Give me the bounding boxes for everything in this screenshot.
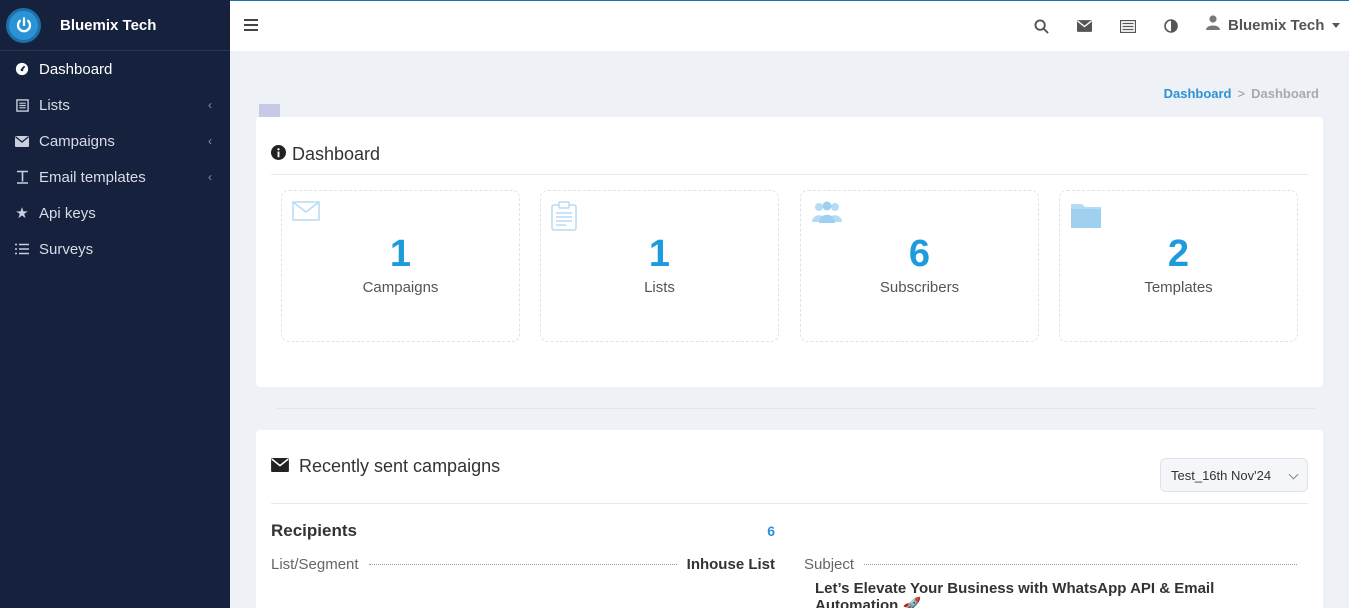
newspaper-icon[interactable] [1119, 17, 1137, 35]
breadcrumb-current: Dashboard [1251, 86, 1319, 101]
contrast-icon[interactable] [1162, 17, 1180, 35]
divider [271, 174, 1308, 175]
chevron-left-icon: ‹ [208, 98, 212, 112]
stat-label: Lists [644, 279, 675, 296]
card-title: Recently sent campaigns [271, 456, 500, 477]
sidebar-item-campaigns[interactable]: Campaigns ‹ [0, 123, 230, 159]
star-icon: ★ [15, 205, 29, 222]
sidebar-item-label: Surveys [39, 240, 94, 258]
stat-value: 2 [1167, 233, 1190, 275]
dotted-leader [864, 564, 1297, 565]
envelope-icon [292, 201, 320, 226]
topbar: Bluemix Tech [230, 0, 1349, 51]
folder-icon [1070, 201, 1102, 234]
user-name: Bluemix Tech [1228, 16, 1325, 34]
caret-down-icon [1332, 22, 1341, 28]
list-lines-icon [14, 241, 30, 257]
stat-value: 1 [389, 233, 412, 275]
divider [271, 503, 1308, 504]
stat-campaigns[interactable]: 1 Campaigns [281, 190, 520, 342]
envelope-icon [271, 456, 289, 477]
users-icon [811, 201, 843, 228]
stat-templates[interactable]: 2 Templates [1059, 190, 1298, 342]
sidebar-item-dashboard[interactable]: Dashboard [0, 51, 230, 87]
sidebar-nav: Dashboard Lists ‹ Campaigns ‹ Email temp… [0, 51, 230, 267]
brand[interactable]: Bluemix Tech [0, 0, 230, 51]
dashboard-card: Dashboard 1 Campaigns 1 Lists 6 Subscrib… [256, 117, 1323, 387]
list-segment-value: Inhouse List [686, 556, 775, 573]
clipboard-icon [551, 201, 577, 236]
sidebar-item-surveys[interactable]: Surveys [0, 231, 230, 267]
breadcrumb: Dashboard > Dashboard [1164, 86, 1319, 101]
recipients-label: Recipients [271, 521, 357, 540]
hamburger-menu-icon[interactable] [244, 19, 258, 34]
breadcrumb-separator: > [1237, 86, 1246, 101]
list-segment-label: List/Segment [271, 556, 359, 573]
recent-campaigns-card: Recently sent campaigns Test_16th Nov'24… [256, 430, 1323, 608]
sidebar-item-label: Lists [39, 96, 70, 114]
sidebar-item-label: Email templates [39, 168, 146, 186]
sidebar-item-label: Dashboard [39, 60, 113, 78]
subject-value: Let’s Elevate Your Business with WhatsAp… [815, 580, 1215, 608]
card-title: Dashboard [271, 144, 380, 165]
chevron-left-icon: ‹ [208, 170, 212, 184]
stat-label: Campaigns [362, 279, 439, 296]
campaign-select[interactable]: Test_16th Nov'24 [1160, 458, 1308, 492]
breadcrumb-link-dashboard[interactable]: Dashboard [1164, 86, 1232, 101]
chevron-left-icon: ‹ [208, 134, 212, 148]
text-icon [14, 169, 30, 185]
sidebar-item-email-templates[interactable]: Email templates ‹ [0, 159, 230, 195]
subject-label: Subject [804, 556, 855, 573]
campaign-select-value: Test_16th Nov'24 [1171, 468, 1272, 483]
search-icon[interactable] [1032, 17, 1050, 35]
list-segment-row: List/Segment Inhouse List [271, 556, 775, 573]
section-divider [276, 408, 1316, 409]
stat-label: Templates [1144, 279, 1213, 296]
stat-lists[interactable]: 1 Lists [540, 190, 779, 342]
sidebar-item-api-keys[interactable]: ★ Api keys [0, 195, 230, 231]
sidebar-item-label: Campaigns [39, 132, 115, 150]
user-menu[interactable]: Bluemix Tech [1206, 15, 1341, 35]
recipients-header: Recipients 6 [271, 521, 775, 541]
info-icon [271, 144, 286, 165]
brand-name: Bluemix Tech [60, 16, 157, 34]
stat-subscribers[interactable]: 6 Subscribers [800, 190, 1039, 342]
recipients-count[interactable]: 6 [767, 523, 775, 541]
envelope-icon[interactable] [1075, 17, 1093, 35]
sidebar-item-lists[interactable]: Lists ‹ [0, 87, 230, 123]
power-icon [6, 7, 41, 43]
stat-value: 6 [908, 233, 931, 275]
sidebar: Bluemix Tech Dashboard Lists ‹ Campaigns… [0, 0, 230, 608]
sidebar-item-label: Api keys [39, 204, 96, 222]
user-icon [1206, 15, 1220, 35]
envelope-icon [14, 133, 30, 149]
dotted-leader [368, 564, 677, 565]
subject-row: Subject [804, 556, 1307, 573]
list-icon [14, 97, 30, 113]
dashboard-title: Dashboard [292, 144, 381, 164]
stat-value: 1 [648, 233, 671, 275]
dashboard-icon [14, 61, 30, 77]
chevron-down-icon [1288, 469, 1299, 480]
stat-label: Subscribers [879, 279, 960, 296]
recent-campaigns-title: Recently sent campaigns [299, 456, 501, 476]
